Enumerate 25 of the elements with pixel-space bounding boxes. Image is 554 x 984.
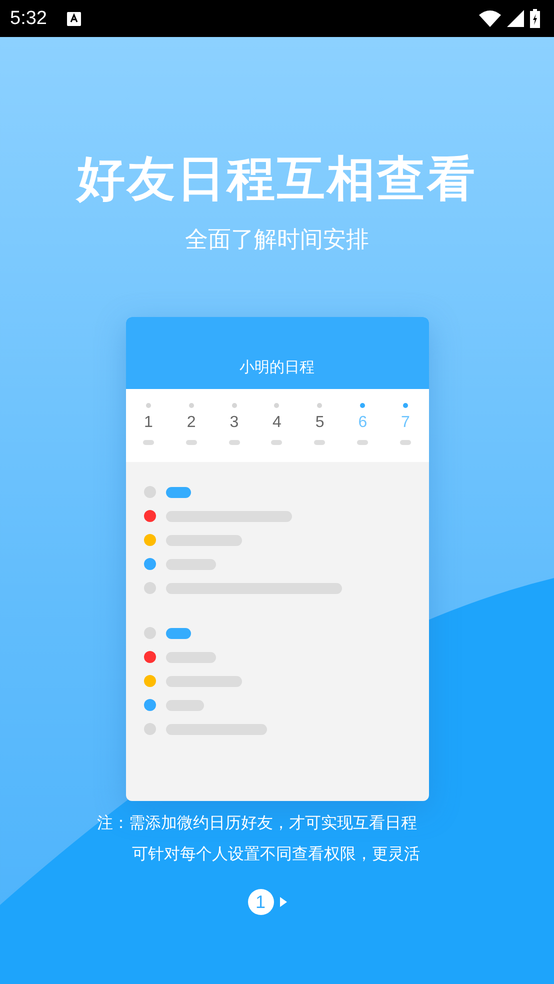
day-number[interactable]: 2 [186, 414, 196, 432]
page-subtitle: 全面了解时间安排 [185, 226, 369, 255]
day-marker [143, 440, 154, 445]
day-number[interactable]: 1 [144, 414, 153, 432]
status-time: 5:32 [10, 8, 47, 30]
card-title: 小明的日程 [240, 358, 314, 377]
battery-icon [530, 9, 540, 28]
wifi-icon [479, 10, 501, 27]
note-text: 可针对每个人设置不同查看权限，更灵活 [131, 844, 420, 864]
note-text: 注：需添加微约日历好友，才可实现互看日程 [97, 813, 417, 833]
day-marker [271, 440, 282, 445]
day-marker [400, 440, 411, 445]
date-pill [166, 486, 190, 498]
next-arrow-icon[interactable] [280, 897, 286, 907]
day-number[interactable]: 3 [230, 414, 239, 432]
day-marker [357, 440, 368, 445]
day-number[interactable]: 4 [272, 414, 282, 432]
date-pill [166, 628, 190, 638]
day-marker [186, 440, 197, 445]
day-marker [228, 440, 240, 445]
page-title: 好友日程互相查看 [77, 150, 477, 209]
signal-icon [507, 10, 524, 27]
day-marker [314, 440, 326, 445]
keyboard-icon [66, 12, 81, 26]
day-number[interactable]: 5 [315, 414, 324, 432]
